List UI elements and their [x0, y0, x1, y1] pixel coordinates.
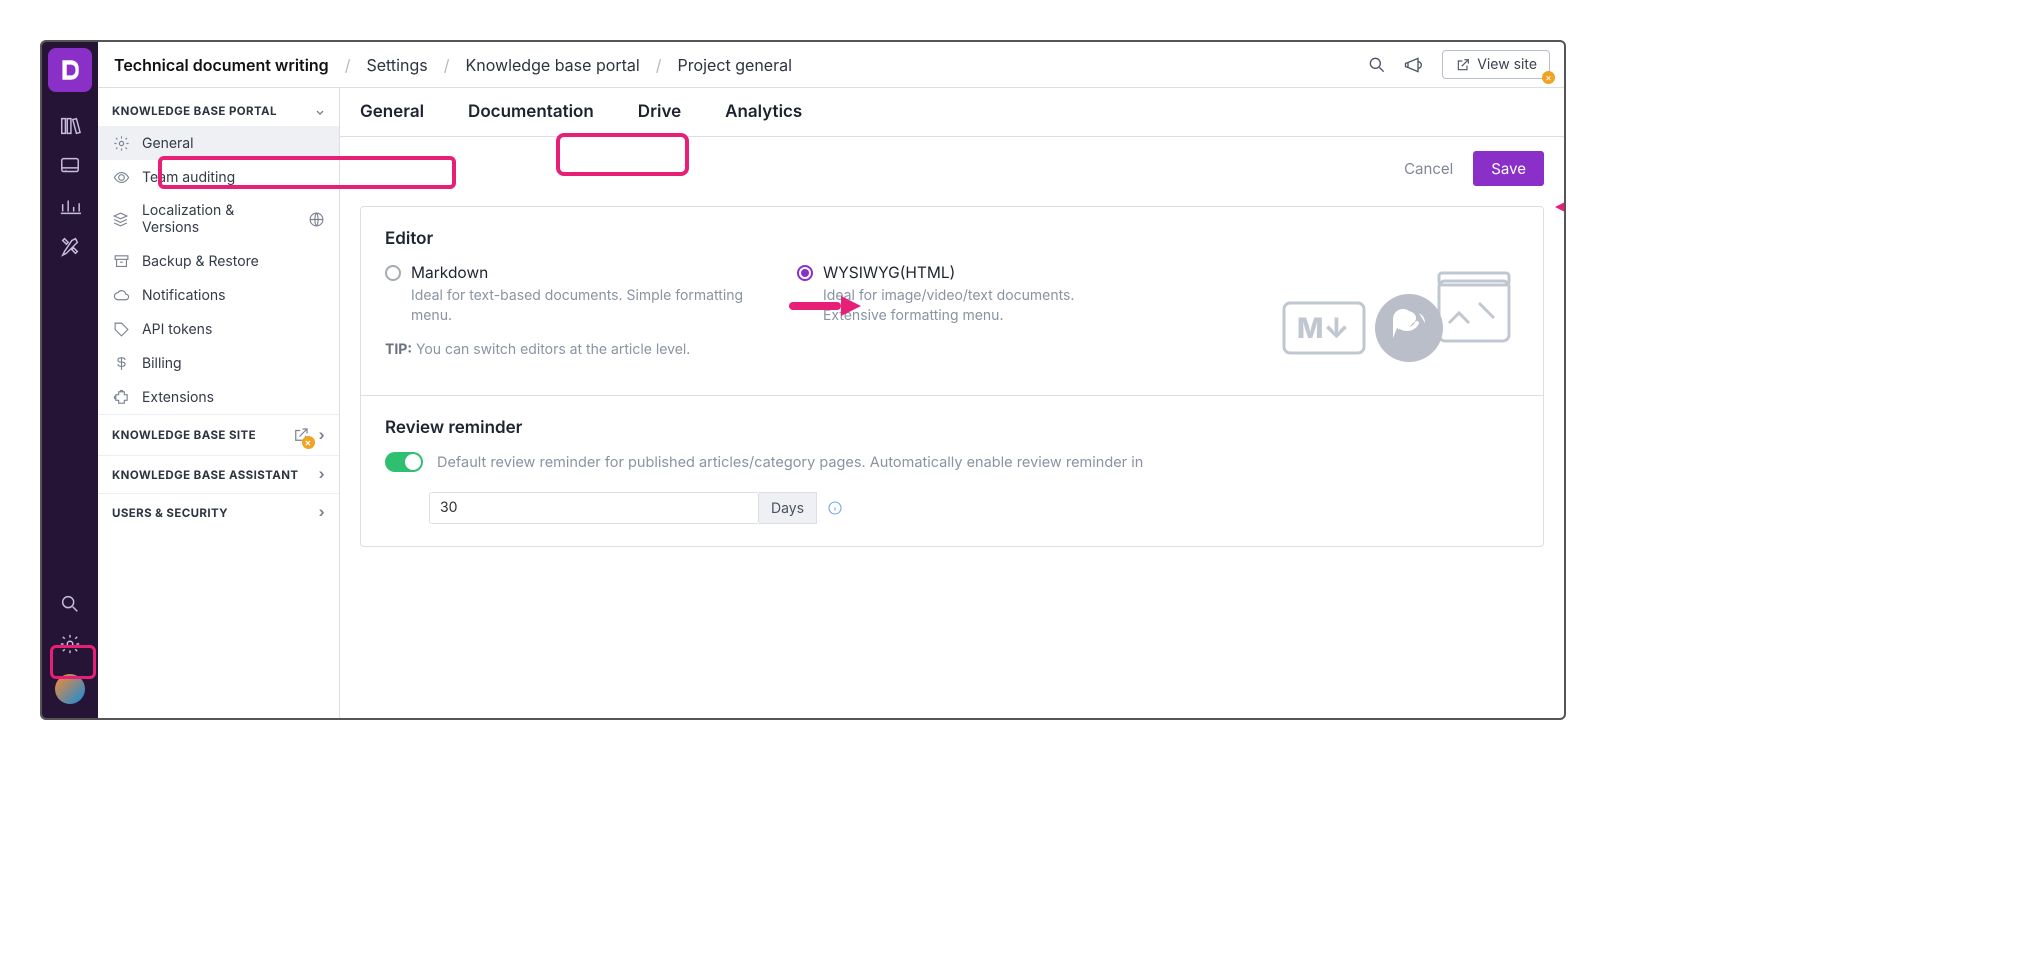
chevron-right-icon: › — [319, 466, 325, 483]
info-icon[interactable] — [827, 500, 843, 516]
breadcrumb-sep: / — [644, 55, 674, 75]
chevron-right-icon: › — [319, 427, 325, 444]
external-link-icon — [291, 425, 311, 445]
review-days-input[interactable] — [429, 492, 759, 524]
gear-icon — [112, 134, 130, 152]
section-label: KNOWLEDGE BASE PORTAL — [112, 104, 277, 118]
sidepanel-section-users-security[interactable]: USERS & SECURITY › — [98, 493, 339, 531]
eye-gear-icon — [112, 168, 130, 186]
section-label: KNOWLEDGE BASE SITE — [112, 428, 256, 442]
choice-title: WYSIWYG(HTML) — [823, 263, 1097, 282]
radio-markdown[interactable] — [385, 265, 401, 281]
editor-choice-wysiwyg[interactable]: WYSIWYG(HTML) Ideal for image/video/text… — [797, 263, 1097, 327]
tab-analytics[interactable]: Analytics — [725, 102, 802, 122]
sidepanel-item-billing[interactable]: Billing — [98, 346, 339, 380]
item-label: Billing — [142, 355, 182, 372]
breadcrumb-settings[interactable]: Settings — [362, 55, 431, 75]
tabs-bar: General Documentation Drive Analytics — [340, 88, 1564, 137]
review-section: Review reminder Default review reminder … — [361, 396, 1543, 546]
review-desc: Default review reminder for published ar… — [437, 452, 1143, 474]
section-label: USERS & SECURITY — [112, 506, 228, 520]
item-label: General — [142, 135, 194, 152]
editor-section: Editor Markdown Ideal for text-based doc… — [361, 207, 1543, 396]
review-reminder-toggle[interactable] — [385, 452, 423, 472]
globe-icon — [307, 210, 325, 228]
rail-settings-icon[interactable] — [50, 624, 90, 664]
tab-general[interactable]: General — [360, 102, 424, 122]
topbar-search-icon[interactable] — [1366, 54, 1388, 76]
sidepanel-section-kb-assistant[interactable]: KNOWLEDGE BASE ASSISTANT › — [98, 455, 339, 493]
item-label: API tokens — [142, 321, 212, 338]
action-row: Cancel Save — [340, 137, 1564, 200]
breadcrumb-sep: / — [432, 55, 462, 75]
breadcrumb-project[interactable]: Technical document writing — [110, 55, 333, 75]
save-button[interactable]: Save — [1473, 151, 1544, 186]
tag-icon — [112, 320, 130, 338]
settings-side-panel: KNOWLEDGE BASE PORTAL ⌄ General Team aud… — [98, 88, 340, 718]
breadcrumb-sep: / — [333, 55, 363, 75]
rail-library-icon[interactable] — [50, 106, 90, 146]
tab-drive[interactable]: Drive — [638, 102, 681, 122]
breadcrumb-kb[interactable]: Knowledge base portal — [461, 55, 643, 75]
left-rail — [42, 42, 98, 718]
choice-desc: Ideal for image/video/text documents. Ex… — [823, 286, 1097, 327]
rail-tools-icon[interactable] — [50, 226, 90, 266]
review-days-unit: Days — [759, 492, 817, 524]
puzzle-icon — [112, 388, 130, 406]
cloud-icon — [112, 286, 130, 304]
warning-badge-icon — [302, 436, 315, 449]
editor-illustration-icon: M↓ — [1279, 263, 1519, 373]
user-avatar[interactable] — [55, 674, 85, 704]
view-site-button[interactable]: View site — [1442, 50, 1550, 79]
radio-wysiwyg[interactable] — [797, 265, 813, 281]
item-label: Localization & Versions — [142, 202, 295, 236]
rail-search-icon[interactable] — [50, 584, 90, 624]
sidepanel-item-general[interactable]: General — [98, 126, 339, 160]
review-heading: Review reminder — [385, 418, 1519, 438]
dollar-icon — [112, 354, 130, 372]
breadcrumb-page[interactable]: Project general — [674, 55, 796, 75]
sidepanel-item-localization[interactable]: Localization & Versions — [98, 194, 339, 244]
chevron-down-icon: ⌄ — [315, 104, 325, 118]
tab-documentation[interactable]: Documentation — [468, 102, 594, 122]
view-site-label: View site — [1477, 56, 1537, 73]
item-label: Notifications — [142, 287, 226, 304]
sidepanel-section-kb-site[interactable]: KNOWLEDGE BASE SITE › — [98, 414, 339, 455]
settings-card: Editor Markdown Ideal for text-based doc… — [360, 206, 1544, 547]
app-frame: Technical document writing / Settings / … — [40, 40, 1566, 720]
editor-heading: Editor — [385, 229, 1519, 249]
choice-desc: Ideal for text-based documents. Simple f… — [411, 286, 755, 327]
stack-icon — [112, 210, 130, 228]
svg-text:M↓: M↓ — [1297, 311, 1350, 345]
chevron-right-icon: › — [319, 504, 325, 521]
main-content: General Documentation Drive Analytics Ca… — [340, 88, 1564, 718]
sidepanel-item-team-auditing[interactable]: Team auditing — [98, 160, 339, 194]
item-label: Extensions — [142, 389, 214, 406]
warning-badge-icon — [1542, 71, 1555, 84]
breadcrumb-bar: Technical document writing / Settings / … — [98, 42, 1564, 88]
section-label: KNOWLEDGE BASE ASSISTANT — [112, 468, 298, 482]
sidepanel-item-api-tokens[interactable]: API tokens — [98, 312, 339, 346]
app-logo-icon[interactable] — [48, 48, 92, 92]
rail-drive-icon[interactable] — [50, 146, 90, 186]
sidepanel-section-kb-portal[interactable]: KNOWLEDGE BASE PORTAL ⌄ — [98, 96, 339, 126]
archive-icon — [112, 252, 130, 270]
item-label: Team auditing — [142, 169, 235, 186]
rail-analytics-icon[interactable] — [50, 186, 90, 226]
sidepanel-item-extensions[interactable]: Extensions — [98, 380, 339, 414]
sidepanel-item-backup-restore[interactable]: Backup & Restore — [98, 244, 339, 278]
item-label: Backup & Restore — [142, 253, 259, 270]
topbar-announce-icon[interactable] — [1402, 54, 1424, 76]
editor-tip: TIP: You can switch editors at the artic… — [385, 341, 755, 358]
editor-choice-markdown[interactable]: Markdown Ideal for text-based documents.… — [385, 263, 755, 327]
choice-title: Markdown — [411, 263, 755, 282]
sidepanel-item-notifications[interactable]: Notifications — [98, 278, 339, 312]
cancel-button[interactable]: Cancel — [1398, 158, 1459, 179]
